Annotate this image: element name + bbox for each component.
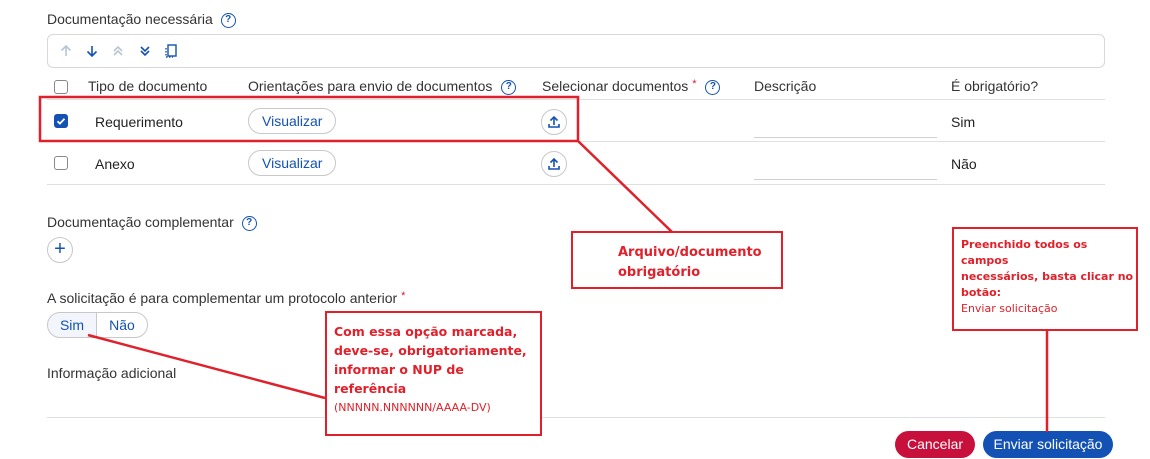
annotation-opcao: Com essa opção marcada, deve-se, obrigat… <box>325 311 542 436</box>
annotation-line: botão: <box>961 286 1002 299</box>
annotation-line: Com essa opção marcada, <box>334 324 518 339</box>
annotation-arquivo: Arquivo/documento obrigatório <box>571 231 783 289</box>
annotation-preenchido-text: Preenchido todos os campos necessários, … <box>961 237 1136 317</box>
annotation-line: necessários, basta clicar no <box>961 270 1134 283</box>
annotation-line: Arquivo/documento <box>618 245 762 260</box>
annotation-line: obrigatório <box>618 265 701 280</box>
connector-line <box>87 333 326 400</box>
annotation-arquivo-text: Arquivo/documento obrigatório <box>618 243 762 283</box>
highlight-frame <box>38 95 580 143</box>
annotation-line: Preenchido todos os campos <box>961 238 1088 267</box>
annotation-line: deve-se, obrigatoriamente, <box>334 343 527 358</box>
annotation-line: (NNNNN.NNNNNN/AAAA-DV) <box>334 401 491 414</box>
annotation-line: informar o NUP de referência <box>334 362 464 396</box>
annotation-preenchido: Preenchido todos os campos necessários, … <box>952 227 1138 331</box>
annotation-line: Enviar solicitação <box>961 302 1058 315</box>
connector-line <box>577 140 673 233</box>
annotation-opcao-text: Com essa opção marcada, deve-se, obrigat… <box>334 322 540 417</box>
